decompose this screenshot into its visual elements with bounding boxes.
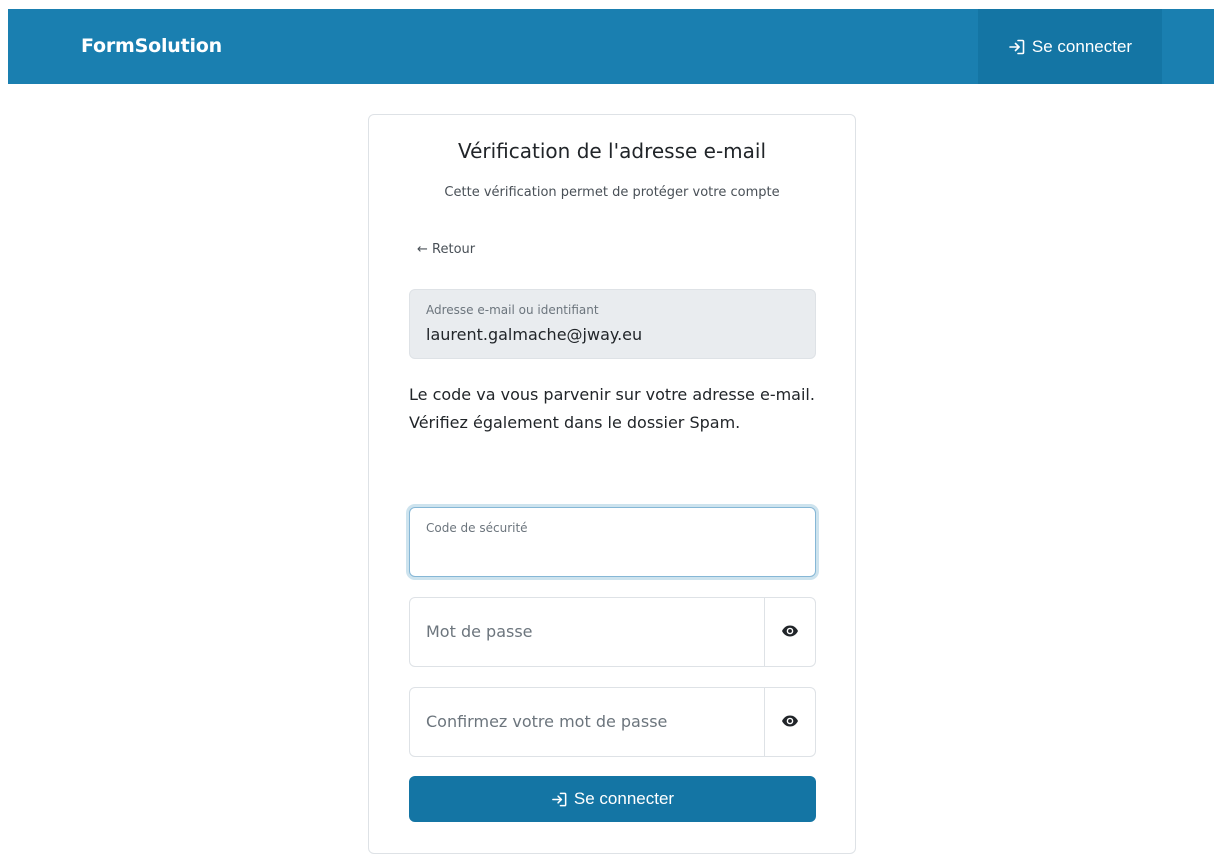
verification-card: Vérification de l'adresse e-mail Cette v… [368,114,856,854]
confirm-password-input[interactable]: Confirmez votre mot de passe [410,688,764,756]
sign-in-icon [551,791,568,808]
password-field[interactable]: Mot de passe [409,597,816,667]
back-link[interactable]: ← Retour [417,242,475,257]
password-input[interactable]: Mot de passe [410,598,764,666]
page-subtitle: Cette vérification permet de protéger vo… [444,185,780,200]
password-toggle-button[interactable] [764,598,815,666]
info-message: Le code va vous parvenir sur votre adres… [409,385,815,432]
top-navbar: FormSolution Se connecter [8,9,1214,84]
page-title: Vérification de l'adresse e-mail [457,139,767,163]
submit-login-button[interactable]: Se connecter [409,776,816,822]
sign-in-icon [1008,38,1026,56]
brand-logo[interactable]: FormSolution [81,35,222,57]
email-field-value: laurent.galmache@jway.eu [426,325,643,344]
security-code-label: Code de sécurité [426,521,528,535]
eye-icon [781,713,799,732]
eye-icon [781,623,799,642]
password-placeholder: Mot de passe [426,622,533,641]
email-field-label: Adresse e-mail ou identifiant [426,303,599,317]
confirm-password-toggle-button[interactable] [764,688,815,756]
navbar-login-label: Se connecter [1031,36,1133,56]
confirm-password-placeholder: Confirmez votre mot de passe [426,712,668,731]
security-code-input[interactable]: Code de sécurité [409,507,816,577]
submit-login-label: Se connecter [573,789,675,808]
confirm-password-field[interactable]: Confirmez votre mot de passe [409,687,816,757]
email-field: Adresse e-mail ou identifiant laurent.ga… [409,289,816,359]
navbar-login-button[interactable]: Se connecter [978,9,1162,84]
